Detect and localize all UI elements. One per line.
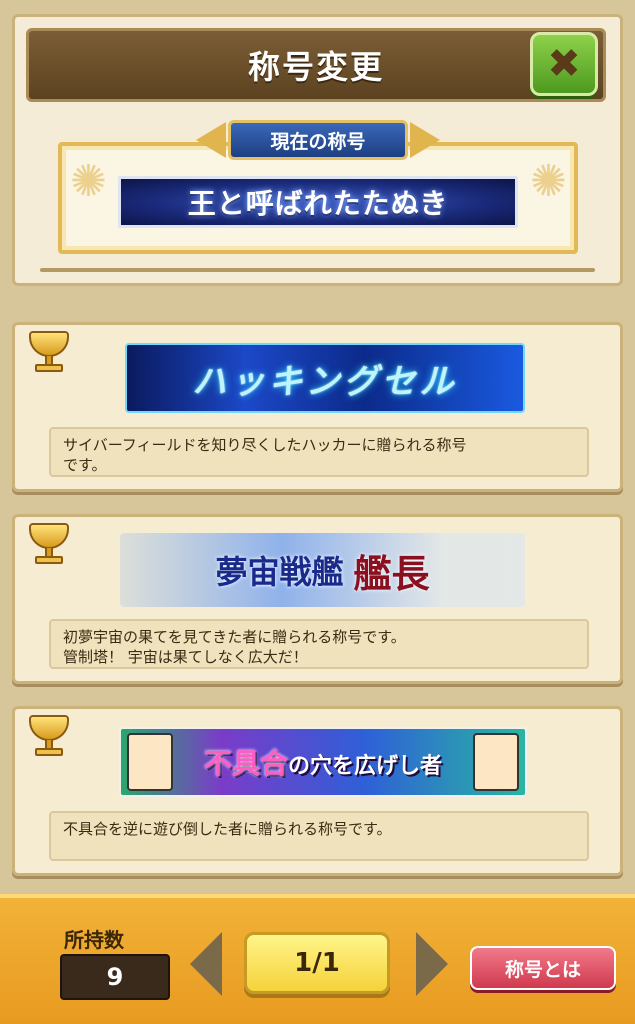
left-ornament-icon: ✺ <box>70 156 107 207</box>
page-title: 称号変更 <box>247 48 384 86</box>
prev-page-arrow-icon[interactable] <box>190 932 222 996</box>
trophy-icon <box>23 331 75 375</box>
title-banner-hacking: ハッキングセル <box>125 343 525 413</box>
description-line-2: 管制塔！ 宇宙は果てしなく広大だ！ <box>63 648 308 666</box>
about-titles-label: 称号とは <box>504 958 581 981</box>
title-card-2[interactable]: 夢宙戦艦 艦長 初夢宇宙の果てを見てきた者に贈られる称号です。 管制塔！ 宇宙は… <box>12 514 623 684</box>
divider <box>40 268 595 272</box>
description-line-2: です。 <box>63 456 107 474</box>
title-card-3[interactable]: 不具合の穴を広げし者 不具合を逆に遊び倒した者に贈られる称号です。 <box>12 706 623 876</box>
about-titles-button[interactable]: 称号とは <box>470 946 616 990</box>
title-description: 不具合を逆に遊び倒した者に贈られる称号です。 <box>49 811 589 861</box>
ribbon-right-chevron-icon <box>410 122 440 158</box>
character-right-icon <box>473 733 519 791</box>
owned-count-box: 9 <box>60 954 170 1000</box>
current-title-ribbon: 現在の称号 <box>228 120 408 160</box>
title-banner-text-2: 艦長 <box>353 551 430 596</box>
page-indicator-button[interactable]: 1/1 <box>244 932 390 994</box>
next-page-arrow-icon[interactable] <box>416 932 448 996</box>
description-line-1: 初夢宇宙の果てを見てきた者に贈られる称号です。 <box>63 628 406 646</box>
description-line-1: 不具合を逆に遊び倒した者に贈られる称号です。 <box>63 820 392 838</box>
close-x-icon: ✖ <box>547 41 581 87</box>
title-description: 初夢宇宙の果てを見てきた者に贈られる称号です。 管制塔！ 宇宙は果てしなく広大だ… <box>49 619 589 669</box>
title-banner-bug-hole: 不具合の穴を広げし者 <box>119 727 527 797</box>
title-banner-text-2: の穴を広げし者 <box>288 754 443 779</box>
trophy-icon <box>23 523 75 567</box>
character-left-icon <box>127 733 173 791</box>
current-title-text: 王と呼ばれたたぬき <box>187 187 449 220</box>
page-indicator: 1/1 <box>294 948 340 978</box>
description-line-1: サイバーフィールドを知り尽くしたハッカーに贈られる称号 <box>63 436 467 454</box>
owned-count-value: 9 <box>106 963 124 991</box>
title-banner-text: 不具合 <box>203 747 288 780</box>
ribbon-left-chevron-icon <box>196 122 226 158</box>
title-banner-text: ハッキングセル <box>192 361 458 402</box>
title-banner-text: 夢宙戦艦 <box>215 553 344 591</box>
footer-bar: 所持数 9 1/1 称号とは <box>0 894 635 1024</box>
trophy-icon <box>23 715 75 759</box>
title-card-1[interactable]: ハッキングセル サイバーフィールドを知り尽くしたハッカーに贈られる称号 です。 <box>12 322 623 492</box>
current-title-ribbon-label: 現在の称号 <box>270 130 366 153</box>
current-title-banner: 王と呼ばれたたぬき <box>118 176 518 228</box>
owned-count-label: 所持数 <box>64 928 124 952</box>
title-banner-space-battleship: 夢宙戦艦 艦長 <box>120 533 525 607</box>
header-bar: 称号変更 <box>26 28 606 102</box>
right-ornament-icon: ✺ <box>530 156 567 207</box>
title-description: サイバーフィールドを知り尽くしたハッカーに贈られる称号 です。 <box>49 427 589 477</box>
close-button[interactable]: ✖ <box>530 32 598 96</box>
